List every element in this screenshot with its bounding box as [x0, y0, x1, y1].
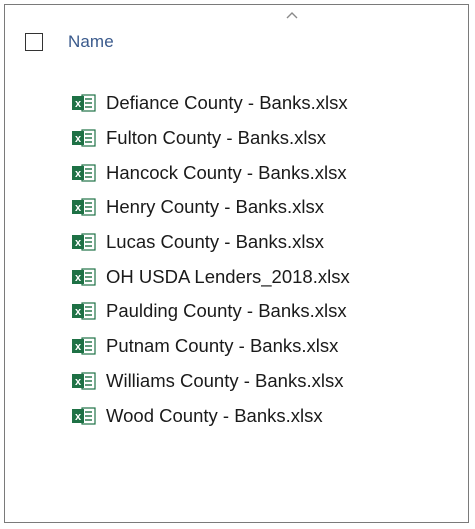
excel-file-icon: x	[72, 94, 96, 112]
list-item[interactable]: x Paulding County - Banks.xlsx	[71, 294, 350, 329]
list-item[interactable]: x Lucas County - Banks.xlsx	[71, 225, 350, 260]
excel-file-icon: x	[72, 302, 96, 321]
svg-text:x: x	[75, 168, 82, 180]
svg-text:x: x	[75, 376, 82, 388]
excel-file-icon: x	[72, 164, 96, 182]
list-item[interactable]: x Putnam County - Banks.xlsx	[71, 329, 350, 364]
file-list: x Defiance County - Banks.xlsx x Fulton …	[71, 86, 350, 433]
excel-file-icon: x	[72, 198, 96, 217]
file-name: Paulding County - Banks.xlsx	[106, 300, 347, 322]
list-item[interactable]: x Henry County - Banks.xlsx	[71, 190, 350, 225]
file-name: OH USDA Lenders_2018.xlsx	[106, 265, 350, 287]
file-name: Williams County - Banks.xlsx	[106, 369, 344, 391]
file-name: Defiance County - Banks.xlsx	[106, 92, 348, 114]
list-item[interactable]: x Defiance County - Banks.xlsx	[71, 86, 350, 121]
file-explorer-pane: Name x Defiance County - Banks.xlsx x Fu…	[4, 4, 469, 523]
file-name: Lucas County - Banks.xlsx	[106, 231, 324, 253]
svg-text:x: x	[75, 306, 82, 318]
svg-text:x: x	[75, 272, 82, 284]
svg-text:x: x	[75, 133, 82, 145]
svg-text:x: x	[75, 237, 82, 249]
excel-file-icon: x	[72, 372, 96, 390]
list-item[interactable]: x OH USDA Lenders_2018.xlsx	[71, 259, 350, 294]
select-all-checkbox[interactable]	[25, 33, 43, 51]
list-item[interactable]: x Williams County - Banks.xlsx	[71, 364, 350, 399]
svg-text:x: x	[75, 202, 82, 214]
excel-file-icon: x	[72, 129, 96, 147]
file-name: Fulton County - Banks.xlsx	[106, 127, 327, 149]
list-item[interactable]: x Hancock County - Banks.xlsx	[71, 155, 350, 190]
sort-ascending-icon[interactable]	[286, 11, 298, 19]
excel-file-icon: x	[72, 337, 96, 355]
name-column-header[interactable]: Name	[68, 32, 114, 52]
file-name: Henry County - Banks.xlsx	[106, 196, 324, 218]
excel-file-icon: x	[72, 233, 96, 251]
svg-text:x: x	[75, 411, 82, 423]
list-item[interactable]: x Fulton County - Banks.xlsx	[71, 121, 350, 156]
svg-text:x: x	[75, 98, 82, 110]
file-name: Hancock County - Banks.xlsx	[106, 161, 347, 183]
excel-file-icon: x	[72, 406, 96, 425]
svg-text:x: x	[75, 341, 82, 353]
excel-file-icon: x	[72, 268, 96, 286]
column-header: Name	[25, 27, 114, 57]
file-name: Putnam County - Banks.xlsx	[106, 335, 339, 357]
list-item[interactable]: x Wood County - Banks.xlsx	[71, 398, 350, 433]
file-name: Wood County - Banks.xlsx	[106, 404, 323, 426]
